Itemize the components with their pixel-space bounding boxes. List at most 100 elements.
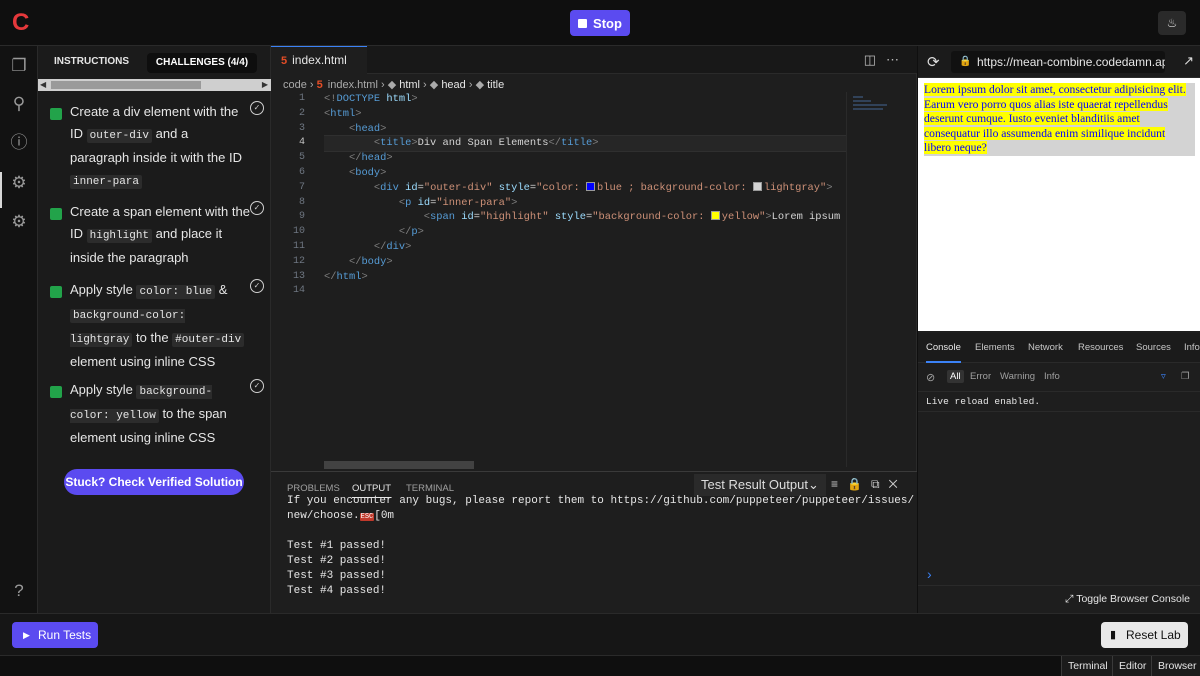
info-icon[interactable]: ⓘ (9, 133, 29, 153)
tab-resources[interactable]: Resources (1078, 333, 1123, 363)
status-bar: Terminal Editor Browser (0, 655, 1200, 676)
run-tests-button[interactable]: ▶ Run Tests (12, 622, 98, 648)
toggle-editor[interactable]: Editor (1112, 656, 1153, 676)
breadcrumb-item[interactable]: title (487, 79, 504, 91)
filter-all[interactable]: All (947, 370, 964, 383)
tab-challenges[interactable]: CHALLENGES (4/4) (147, 53, 257, 73)
scroll-left-icon[interactable]: ◀ (40, 79, 46, 91)
task-text: Create a span element with the ID highli… (70, 204, 250, 265)
line-number: 5 (298, 152, 305, 164)
output-channel-select[interactable]: Test Result Output⌄ (694, 474, 826, 496)
editor-horizontal-scrollbar[interactable] (324, 461, 474, 469)
horizontal-scrollbar[interactable]: ◀ ▶ (38, 79, 271, 91)
url-bar: ⟳ 🔒 https://mean-combine.codedamn.ap ↗ (918, 46, 1200, 78)
line-number: 4 (298, 137, 305, 149)
open-external-icon[interactable]: ↗ (1183, 53, 1194, 69)
tab-console[interactable]: Console (926, 333, 961, 363)
code-lines[interactable]: <!DOCTYPE html> <html> <head> <title>Div… (324, 92, 846, 299)
code-line: <!DOCTYPE html> (324, 93, 418, 105)
task-status-icon (50, 208, 62, 220)
code-line: <span id="highlight" style="background-c… (423, 211, 841, 224)
bot-icon[interactable]: ⚙ (9, 173, 29, 193)
activity-bar: ❐ ⚲ ⓘ ⚙ ⚙ ? (0, 46, 38, 613)
color-swatch-yellow[interactable] (710, 211, 720, 221)
copy-icon[interactable]: ❐ (1181, 371, 1190, 382)
reload-icon[interactable]: ⟳ (927, 53, 940, 71)
output-panel: PROBLEMS OUTPUT TERMINAL Test Result Out… (271, 471, 917, 613)
play-icon: ▶ (23, 630, 30, 640)
output-line: Test #3 passed! (287, 569, 387, 582)
scroll-thumb[interactable] (51, 81, 201, 89)
line-number: 13 (292, 270, 305, 282)
minimap[interactable] (846, 92, 916, 467)
code-line: </p> (398, 226, 424, 239)
check-circle-icon: ✓ (250, 379, 264, 393)
element-icon: ◆ (429, 79, 439, 91)
editor-tab-index-html[interactable]: 5 index.html (271, 46, 367, 74)
output-line: Test #4 passed! (287, 584, 387, 597)
breadcrumb-item[interactable]: head (441, 79, 465, 91)
tab-instructions[interactable]: INSTRUCTIONS (47, 53, 136, 73)
line-number: 3 (298, 122, 305, 134)
line-number: 1 (298, 93, 305, 104)
browser-panel: ⟳ 🔒 https://mean-combine.codedamn.ap ↗ Lo… (918, 46, 1200, 613)
breadcrumb-item[interactable]: code (283, 79, 307, 91)
settings-icon[interactable]: ⚙ (9, 212, 29, 232)
task-text: Apply style background-color: yellow to … (70, 382, 227, 445)
help-icon[interactable]: ? (9, 581, 29, 601)
line-number: 14 (292, 285, 305, 297)
devtools-tabs: Console Elements Network Resources Sourc… (918, 333, 1200, 363)
maximize-panel-icon[interactable]: ⧉ (871, 477, 889, 491)
filter-icon[interactable]: ▿ (1161, 371, 1166, 382)
clear-output-icon[interactable]: ≡ (831, 477, 847, 491)
breadcrumb-item[interactable]: index.html (328, 79, 378, 91)
output-text: If you encounter any bugs, please report… (287, 494, 914, 599)
output-line: [0m (374, 509, 395, 522)
line-number-gutter: 1 2 3 4 5 6 7 8 9 10 11 12 13 14 (271, 92, 311, 299)
breadcrumb-item[interactable]: html (399, 79, 420, 91)
color-swatch-lightgray[interactable] (752, 181, 762, 191)
more-actions-icon[interactable]: ⋯ (886, 52, 909, 67)
preview-frame[interactable]: Lorem ipsum dolor sit amet, consectetur … (918, 78, 1200, 331)
code-line: </div> (373, 240, 412, 253)
filter-warning[interactable]: Warning (1000, 371, 1035, 382)
filter-info[interactable]: Info (1044, 371, 1060, 382)
toggle-browser-console-button[interactable]: ⤢ Toggle Browser Console (918, 585, 1200, 613)
url-field[interactable]: 🔒 https://mean-combine.codedamn.ap (951, 51, 1165, 73)
task-text: Apply style color: blue & background-col… (70, 279, 250, 373)
stop-label: Stop (593, 15, 622, 31)
toggle-browser[interactable]: Browser (1151, 656, 1200, 676)
verified-solution-button[interactable]: Stuck? Check Verified Solution (64, 469, 244, 495)
close-panel-icon[interactable]: ✕ (889, 477, 907, 491)
console-filter-bar: ⊘ All Error Warning Info ▿ ❐ (918, 364, 1200, 392)
line-number: 11 (292, 240, 305, 252)
search-icon[interactable]: ⚲ (9, 94, 29, 114)
instructions-tabs: INSTRUCTIONS CHALLENGES (4/4) (38, 46, 271, 78)
html5-icon: 5 (316, 79, 323, 91)
split-editor-icon[interactable]: ◫ (864, 52, 886, 67)
toggle-terminal[interactable]: Terminal (1061, 656, 1114, 676)
active-indicator (0, 172, 2, 208)
files-icon[interactable]: ❐ (9, 56, 29, 76)
code-line: <div id="outer-div" style="color: blue ;… (373, 181, 833, 194)
lock-scroll-icon[interactable]: 🔒 (847, 477, 871, 491)
tab-info[interactable]: Info (1184, 333, 1200, 363)
scroll-right-icon[interactable]: ▶ (262, 79, 268, 91)
console-prompt-icon[interactable]: › (927, 566, 932, 582)
line-number: 10 (292, 226, 305, 238)
task-status-icon (50, 386, 62, 398)
minimap-line (853, 104, 887, 106)
tab-elements[interactable]: Elements (975, 333, 1015, 363)
notification-button[interactable]: ♨ (1158, 11, 1186, 35)
color-swatch-blue[interactable] (586, 181, 596, 191)
output-line: If you encounter any bugs, please report… (287, 495, 915, 507)
clear-console-icon[interactable]: ⊘ (926, 371, 935, 384)
task-text: Create a div element with the ID outer-d… (70, 104, 242, 189)
stop-button[interactable]: Stop (570, 10, 630, 36)
reset-lab-button[interactable]: ▮ Reset Lab (1101, 622, 1188, 648)
tab-network[interactable]: Network (1028, 333, 1063, 363)
filter-error[interactable]: Error (970, 371, 991, 382)
stop-icon (578, 18, 588, 28)
trash-icon: ▮ (1110, 629, 1117, 641)
tab-sources[interactable]: Sources (1136, 333, 1171, 363)
